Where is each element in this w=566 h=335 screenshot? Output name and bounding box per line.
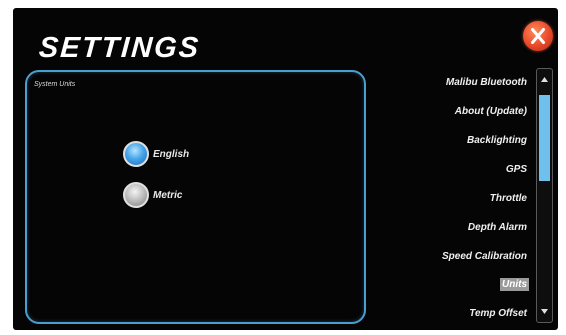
radio-label-english: English [153,148,190,160]
menu-item-throttle[interactable]: Throttle [488,192,529,205]
menu-scrollbar[interactable] [536,68,553,323]
menu-item-backlighting[interactable]: Backlighting [465,134,529,147]
close-button[interactable] [523,21,553,51]
radio-metric[interactable]: Metric [123,182,182,208]
menu-item-malibu-bluetooth[interactable]: Malibu Bluetooth [444,76,529,89]
scroll-thumb[interactable] [539,95,550,181]
system-units-panel: System Units English Metric [25,70,366,324]
menu-item-units[interactable]: Units [500,278,529,291]
radio-english[interactable]: English [123,141,189,167]
close-icon [531,28,545,44]
menu-item-temp-offset[interactable]: Temp Offset [467,307,529,320]
radio-label-metric: Metric [153,189,183,201]
caret-up-icon[interactable] [540,75,549,84]
settings-screen: SETTINGS System Units English Metric Mal… [13,8,558,330]
radio-button-metric[interactable] [123,182,149,208]
menu-item-gps[interactable]: GPS [504,163,529,176]
menu-item-depth-alarm[interactable]: Depth Alarm [466,221,529,234]
menu-item-about-update[interactable]: About (Update) [453,105,529,118]
panel-label: System Units [34,81,76,88]
page-title: SETTINGS [37,32,202,64]
radio-button-english[interactable] [123,141,149,167]
menu-item-speed-calibration[interactable]: Speed Calibration [440,250,529,263]
caret-down-icon[interactable] [540,307,549,316]
